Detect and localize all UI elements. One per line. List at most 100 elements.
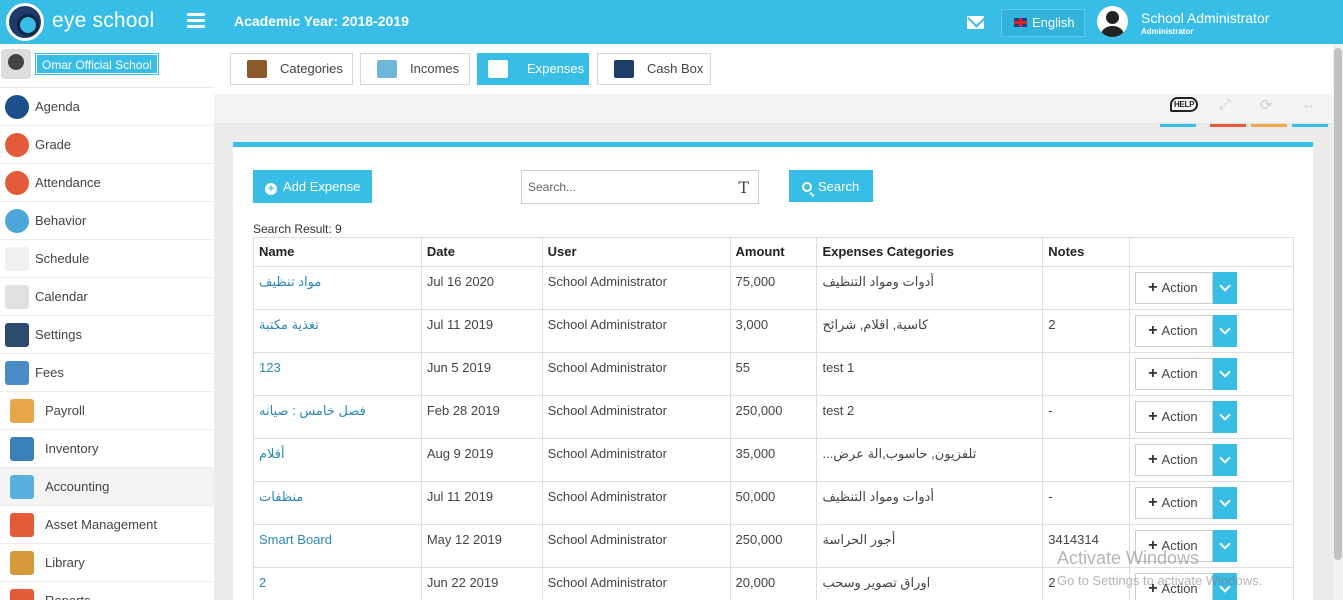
column-header-name[interactable]: Name xyxy=(253,237,422,267)
accounting-icon xyxy=(10,475,34,499)
sidebar-item-library[interactable]: Library xyxy=(0,544,214,582)
school-row: Omar Official School xyxy=(0,44,214,88)
cell-name[interactable]: تغذية مكتبة xyxy=(253,309,422,353)
action-label: Action xyxy=(1161,452,1198,467)
action-button[interactable]: + Action xyxy=(1135,272,1214,304)
page-scrollbar[interactable] xyxy=(1333,44,1343,600)
column-header-date[interactable]: Date xyxy=(420,237,543,267)
column-header-user[interactable]: User xyxy=(541,237,731,267)
action-button[interactable]: + Action xyxy=(1135,444,1214,476)
search-button[interactable]: Search xyxy=(789,170,873,202)
expenses-table: Name Date User Amount Expenses Categorie… xyxy=(253,237,1294,600)
add-expense-button[interactable]: + Add Expense xyxy=(253,170,372,203)
sidebar-item-label: Inventory xyxy=(45,441,99,456)
column-header-category[interactable]: Expenses Categories xyxy=(816,237,1044,267)
refresh-icon: ⟳ xyxy=(1260,97,1273,114)
chevron-down-icon[interactable] xyxy=(1213,315,1238,347)
cell-notes: - xyxy=(1042,481,1131,525)
action-button[interactable]: + Action xyxy=(1135,358,1214,390)
sidebar-item-grade[interactable]: Grade xyxy=(0,126,214,164)
cash-box-icon xyxy=(614,60,634,78)
action-label: Action xyxy=(1161,495,1198,510)
action-button[interactable]: + Action xyxy=(1135,315,1214,347)
cell-date: Jul 11 2019 xyxy=(420,309,543,353)
sidebar-item-behavior[interactable]: Behavior xyxy=(0,202,214,240)
user-avatar[interactable] xyxy=(1097,6,1128,37)
language-selector[interactable]: English xyxy=(1001,9,1085,37)
fullscreen-button[interactable]: ⤢ xyxy=(1210,94,1254,127)
sidebar-item-settings[interactable]: Settings xyxy=(0,316,214,354)
cell-date: Jun 5 2019 xyxy=(420,352,543,396)
add-expense-label: Add Expense xyxy=(283,178,361,194)
sidebar-item-payroll[interactable]: Payroll xyxy=(0,392,214,430)
schedule-icon xyxy=(5,247,29,271)
sidebar-item-fees[interactable]: Fees xyxy=(0,354,214,392)
column-header-amount[interactable]: Amount xyxy=(729,237,818,267)
cell-name[interactable]: Smart Board xyxy=(253,524,422,568)
table-row: 123 Jun 5 2019 School Administrator 55 test … xyxy=(253,352,1294,396)
scrollbar-thumb[interactable] xyxy=(1334,48,1342,560)
chevron-down-icon[interactable] xyxy=(1213,487,1238,519)
cell-category: اوراق تصوير وسحب xyxy=(816,567,1044,600)
cell-name[interactable]: أقلام xyxy=(253,438,422,482)
cell-name[interactable]: 123 xyxy=(253,352,422,396)
action-button[interactable]: + Action xyxy=(1135,487,1214,519)
table-row: فصل خامس : صيانه Feb 28 2019 School Admini… xyxy=(253,395,1294,439)
sidebar-item-accounting[interactable]: Accounting xyxy=(0,468,214,506)
cell-notes: - xyxy=(1042,395,1131,439)
cell-category: أدوات ومواد التنظيف xyxy=(816,266,1044,310)
table-row: أقلام Aug 9 2019 School Administrator 35,00… xyxy=(253,438,1294,482)
sidebar-item-label: Behavior xyxy=(35,213,87,228)
payroll-icon xyxy=(10,399,34,423)
chevron-down-icon[interactable] xyxy=(1213,358,1238,390)
user-name[interactable]: School Administrator xyxy=(1141,10,1269,26)
uk-flag-icon xyxy=(1014,18,1027,27)
reports-icon xyxy=(10,589,34,600)
search-input[interactable] xyxy=(522,171,727,203)
chevron-down-icon[interactable] xyxy=(1213,401,1238,433)
cell-name[interactable]: فصل خامس : صيانه xyxy=(253,395,422,439)
menu-toggle-icon[interactable] xyxy=(187,13,205,29)
sidebar-item-schedule[interactable]: Schedule xyxy=(0,240,214,278)
cell-action: + Action xyxy=(1129,438,1294,482)
sidebar-item-reports[interactable]: Reports xyxy=(0,582,214,600)
tab-incomes[interactable]: Incomes xyxy=(360,53,470,85)
inventory-icon xyxy=(10,437,34,461)
chevron-down-icon[interactable] xyxy=(1213,444,1238,476)
sidebar: Omar Official School Agenda Grade Attendan… xyxy=(0,44,214,600)
settings-icon xyxy=(5,323,29,347)
help-button[interactable]: HELP xyxy=(1160,94,1204,127)
cell-amount: 55 xyxy=(729,352,818,396)
sidebar-item-attendance[interactable]: Attendance xyxy=(0,164,214,202)
cell-amount: 3,000 xyxy=(729,309,818,353)
chevron-down-icon[interactable] xyxy=(1213,272,1238,304)
cell-date: Jul 16 2020 xyxy=(420,266,543,310)
school-name-badge[interactable]: Omar Official School xyxy=(35,53,159,75)
action-button[interactable]: + Action xyxy=(1135,401,1214,433)
cell-name[interactable]: 2 xyxy=(253,567,422,600)
cell-user: School Administrator xyxy=(541,352,731,396)
tab-label: Incomes xyxy=(410,61,460,76)
text-format-icon[interactable]: T xyxy=(738,178,749,197)
column-header-actions xyxy=(1129,237,1294,267)
sidebar-item-agenda[interactable]: Agenda xyxy=(0,88,214,126)
sidebar-menu: Agenda Grade Attendance Behavior Schedule Cal… xyxy=(0,88,214,600)
chevron-down-icon[interactable] xyxy=(1213,530,1238,562)
sidebar-item-calendar[interactable]: Calendar xyxy=(0,278,214,316)
tab-cash-box[interactable]: Cash Box xyxy=(597,53,711,85)
cell-category: كاسية, اقلام, شرائح xyxy=(816,309,1044,353)
tab-expenses[interactable]: Expenses xyxy=(477,53,589,85)
sidebar-item-inventory[interactable]: Inventory xyxy=(0,430,214,468)
cell-user: School Administrator xyxy=(541,266,731,310)
column-header-notes[interactable]: Notes xyxy=(1042,237,1131,267)
search-box: T xyxy=(521,170,759,204)
cell-name[interactable]: منظفات xyxy=(253,481,422,525)
sidebar-item-asset-management[interactable]: Asset Management xyxy=(0,506,214,544)
expand-button[interactable]: ↔ xyxy=(1292,94,1336,127)
tab-categories[interactable]: Categories xyxy=(230,53,353,85)
cell-name[interactable]: مواد تنظيف xyxy=(253,266,422,310)
mail-icon[interactable] xyxy=(967,16,984,29)
plus-icon: + xyxy=(1148,451,1158,468)
sidebar-item-label: Payroll xyxy=(45,403,85,418)
refresh-button[interactable]: ⟳ xyxy=(1251,94,1295,127)
